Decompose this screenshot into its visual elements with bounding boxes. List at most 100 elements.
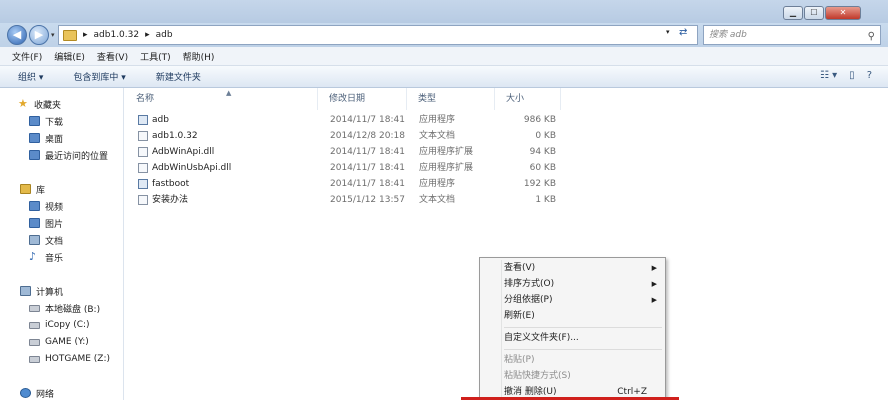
sidebar-item-drive-b[interactable]: 本地磁盘 (B:) xyxy=(29,300,100,316)
dll-file-icon xyxy=(138,147,148,157)
title-bar: ▁ ☐ ✕ xyxy=(0,0,888,23)
window-controls: ▁ ☐ ✕ xyxy=(783,6,861,20)
back-button[interactable]: ◀ xyxy=(7,25,27,45)
sidebar-item-favorites[interactable]: ★ 收藏夹 xyxy=(18,96,61,112)
text-file-icon xyxy=(138,131,148,141)
sidebar-item-label: 网络 xyxy=(36,389,55,400)
sidebar-item-label: 视频 xyxy=(45,202,64,213)
drive-icon xyxy=(29,338,40,346)
new-folder-button[interactable]: 新建文件夹 xyxy=(136,70,211,83)
sidebar-item-desktop[interactable]: 桌面 xyxy=(29,130,63,146)
recent-pages-dropdown-icon[interactable]: ▾ xyxy=(51,31,55,39)
music-icon: ♪ xyxy=(29,250,37,263)
menu-item-customize[interactable]: 自定义文件夹(F)... xyxy=(482,330,663,346)
sidebar-item-music[interactable]: ♪ 音乐 xyxy=(29,249,63,265)
file-size: 0 KB xyxy=(535,131,556,141)
sidebar-item-videos[interactable]: 视频 xyxy=(29,198,63,214)
search-icon[interactable]: ⚲ xyxy=(868,28,875,46)
star-icon: ★ xyxy=(18,97,28,110)
address-dropdown-icon[interactable]: ▾ xyxy=(666,28,670,36)
menu-item-paste-shortcut: 粘贴快捷方式(S) xyxy=(504,371,571,381)
table-row[interactable]: adb1.0.32 2014/12/8 20:18 文本文档 0 KB xyxy=(136,128,736,144)
organize-button[interactable]: 组织 ▾ xyxy=(0,70,53,83)
library-icon xyxy=(20,184,31,194)
menu-bar: 文件(F) 编辑(E) 查看(V) 工具(T) 帮助(H) xyxy=(0,47,888,66)
sidebar-item-documents[interactable]: 文档 xyxy=(29,232,63,248)
computer-icon xyxy=(20,286,31,296)
refresh-icon[interactable]: ⇄ xyxy=(679,27,687,38)
sidebar-item-label: GAME (Y:) xyxy=(45,337,89,347)
sidebar-item-label: 计算机 xyxy=(36,287,64,298)
menu-separator xyxy=(504,327,662,328)
minimize-button[interactable]: ▁ xyxy=(783,6,803,20)
download-icon xyxy=(29,116,40,126)
menu-item-view[interactable]: 查看(V) ▶ xyxy=(482,260,663,276)
include-library-button[interactable]: 包含到库中 ▾ xyxy=(53,70,135,83)
column-header-date[interactable]: 修改日期 xyxy=(318,88,407,110)
close-button[interactable]: ✕ xyxy=(825,6,861,20)
menu-item-sort[interactable]: 排序方式(O) ▶ xyxy=(482,276,663,292)
sidebar-item-label: 本地磁盘 (B:) xyxy=(45,304,101,315)
table-row[interactable]: AdbWinUsbApi.dll 2014/11/7 18:41 应用程序扩展 … xyxy=(136,160,736,176)
maximize-button[interactable]: ☐ xyxy=(804,6,824,20)
dll-file-icon xyxy=(138,163,148,173)
menu-item-label: 分组依据(P) xyxy=(504,295,553,305)
recent-places-icon xyxy=(29,150,40,160)
sidebar-item-downloads[interactable]: 下载 xyxy=(29,113,63,129)
network-icon xyxy=(20,388,31,398)
application-icon xyxy=(138,115,148,125)
file-size: 986 KB xyxy=(523,115,556,125)
table-row[interactable]: AdbWinApi.dll 2014/11/7 18:41 应用程序扩展 94 … xyxy=(136,144,736,160)
sidebar-item-pictures[interactable]: 图片 xyxy=(29,215,63,231)
menu-item-group[interactable]: 分组依据(P) ▶ xyxy=(482,292,663,308)
sort-ascending-icon: ▲ xyxy=(226,89,232,97)
address-bar[interactable]: ▸ adb1.0.32 ▸ adb xyxy=(58,25,698,45)
column-header-size[interactable]: 大小 xyxy=(495,88,561,110)
breadcrumb-adb1032[interactable]: adb1.0.32 xyxy=(94,30,140,40)
menu-tools[interactable]: 工具(T) xyxy=(140,50,171,63)
sidebar-item-drive-y[interactable]: GAME (Y:) xyxy=(29,334,89,350)
table-row[interactable]: 安装办法 2015/1/12 13:57 文本文档 1 KB xyxy=(136,192,736,208)
file-name: fastboot xyxy=(152,179,190,189)
menu-help[interactable]: 帮助(H) xyxy=(183,50,215,63)
file-name: AdbWinUsbApi.dll xyxy=(152,163,232,173)
menu-item-label: 撤消 删除(U) xyxy=(504,387,557,397)
navigation-pane: ★ 收藏夹 下载 桌面 最近访问的位置 库 视频 图片 文档 ♪ 音乐 计算机 … xyxy=(0,88,124,400)
preview-pane-icon[interactable]: ▯ xyxy=(849,70,855,81)
search-input[interactable]: 搜索 adb ⚲ xyxy=(703,25,881,45)
sidebar-item-drive-z[interactable]: HOTGAME (Z:) xyxy=(29,351,110,367)
table-row[interactable]: adb 2014/11/7 18:41 应用程序 986 KB xyxy=(136,112,736,128)
column-header-name[interactable]: 名称 ▲ xyxy=(125,88,318,110)
organize-label: 组织 xyxy=(18,73,37,83)
file-date: 2014/11/7 18:41 xyxy=(330,115,405,125)
sidebar-item-network[interactable]: 网络 xyxy=(20,385,54,400)
breadcrumb-separator: ▸ xyxy=(83,30,88,40)
help-icon[interactable]: ? xyxy=(867,70,872,81)
menu-item-refresh[interactable]: 刷新(E) xyxy=(482,308,663,324)
drive-icon xyxy=(29,304,40,312)
desktop-icon xyxy=(29,133,40,143)
file-type: 应用程序扩展 xyxy=(419,147,474,157)
forward-button[interactable]: ▶ xyxy=(29,25,49,45)
file-date: 2014/11/7 18:41 xyxy=(330,179,405,189)
drive-icon xyxy=(29,321,40,329)
sidebar-item-label: HOTGAME (Z:) xyxy=(45,354,111,364)
sidebar-item-computer[interactable]: 计算机 xyxy=(20,283,63,299)
sidebar-item-drive-c[interactable]: iCopy (C:) xyxy=(29,317,90,333)
sidebar-item-recent-places[interactable]: 最近访问的位置 xyxy=(29,147,108,163)
table-row[interactable]: fastboot 2014/11/7 18:41 应用程序 192 KB xyxy=(136,176,736,192)
command-bar: 组织 ▾ 包含到库中 ▾ 新建文件夹 ☷ ▾ ▯ ? xyxy=(0,66,888,88)
sidebar-item-libraries[interactable]: 库 xyxy=(20,181,45,197)
menu-item-paste: 粘贴(P) xyxy=(504,355,535,365)
file-size: 1 KB xyxy=(535,195,556,205)
menu-view[interactable]: 查看(V) xyxy=(97,50,128,63)
menu-file[interactable]: 文件(F) xyxy=(12,50,42,63)
breadcrumb-adb[interactable]: adb xyxy=(156,30,173,40)
column-header-type[interactable]: 类型 xyxy=(407,88,495,110)
file-date: 2014/11/7 18:41 xyxy=(330,147,405,157)
menu-edit[interactable]: 编辑(E) xyxy=(54,50,85,63)
file-type: 应用程序 xyxy=(419,115,456,125)
file-name: AdbWinApi.dll xyxy=(152,147,215,157)
view-options-icon[interactable]: ☷ ▾ xyxy=(820,70,837,81)
address-row: ◀ ▶ ▾ ▸ adb1.0.32 ▸ adb ▾ ⇄ 搜索 adb ⚲ xyxy=(0,23,888,47)
